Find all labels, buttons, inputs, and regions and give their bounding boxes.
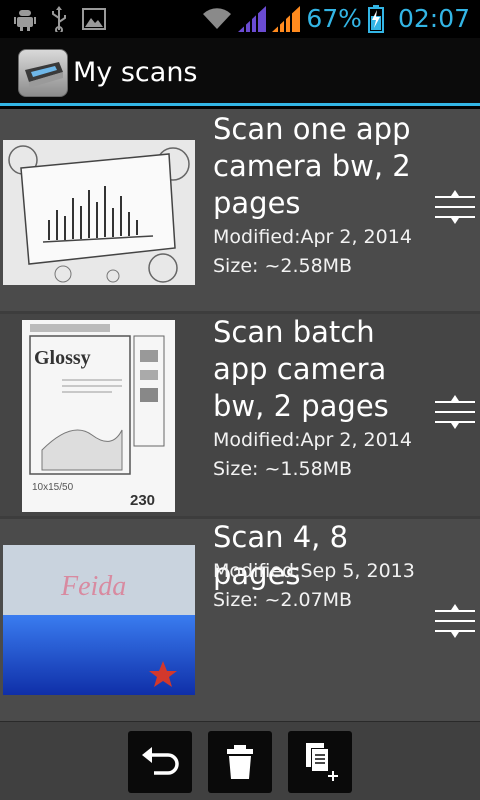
scan-thumbnail: Glossy 10x15/50 230 xyxy=(22,320,175,512)
scan-size: Size: ~2.07MB xyxy=(213,589,353,611)
scan-modified: Modified:Apr 2, 2014 xyxy=(213,226,412,248)
android-debug-icon xyxy=(14,10,36,31)
new-document-icon xyxy=(306,743,338,781)
signal-icon xyxy=(272,6,301,32)
svg-text:10x15/50: 10x15/50 xyxy=(32,482,74,493)
undo-button[interactable] xyxy=(128,731,192,793)
reorder-handle-icon[interactable] xyxy=(434,394,476,430)
battery-charging-icon xyxy=(367,5,384,33)
delete-icon xyxy=(227,745,253,779)
scan-size: Size: ~1.58MB xyxy=(213,458,353,480)
list-item[interactable]: Glossy 10x15/50 230 Scan batch app camer… xyxy=(0,314,480,516)
svg-text:230: 230 xyxy=(130,492,155,509)
page-title: My scans xyxy=(73,57,198,88)
scan-title: Scan batch app camera bw, 2 pages xyxy=(213,315,389,423)
scan-title: Scan one app camera bw, 2 pages xyxy=(213,112,411,220)
scanner-app-icon[interactable] xyxy=(18,49,68,97)
scan-thumbnail: Feida xyxy=(3,545,195,695)
battery-percent: 67% xyxy=(306,4,362,33)
action-bar: My scans xyxy=(0,38,480,106)
reorder-handle-icon[interactable] xyxy=(434,189,476,225)
scan-modified: Modified:Apr 2, 2014 xyxy=(213,429,412,451)
list-item[interactable]: Scan one app camera bw, 2 pages Modified… xyxy=(0,109,480,311)
svg-text:Glossy: Glossy xyxy=(34,347,91,369)
status-time: 02:07 xyxy=(397,4,470,33)
image-icon xyxy=(82,8,106,30)
scan-thumbnail xyxy=(3,140,195,285)
svg-text:Feida: Feida xyxy=(60,571,126,602)
scan-size: Size: ~2.58MB xyxy=(213,255,353,277)
signal-icon xyxy=(238,6,267,32)
list-item[interactable]: Feida Scan 4, 8 pages Modified:Sep 5, 20… xyxy=(0,519,480,721)
wifi-icon xyxy=(203,8,232,30)
delete-button[interactable] xyxy=(208,731,272,793)
usb-icon xyxy=(52,6,66,32)
action-bar-divider xyxy=(0,103,480,106)
scan-list[interactable]: Scan one app camera bw, 2 pages Modified… xyxy=(0,109,480,721)
new-document-button[interactable] xyxy=(288,731,352,793)
scan-modified: Modified:Sep 5, 2013 xyxy=(213,560,415,582)
undo-icon xyxy=(142,747,179,775)
reorder-handle-icon[interactable] xyxy=(434,603,476,639)
bottom-toolbar xyxy=(0,721,480,800)
status-bar: 67% 02:07 xyxy=(0,0,480,38)
